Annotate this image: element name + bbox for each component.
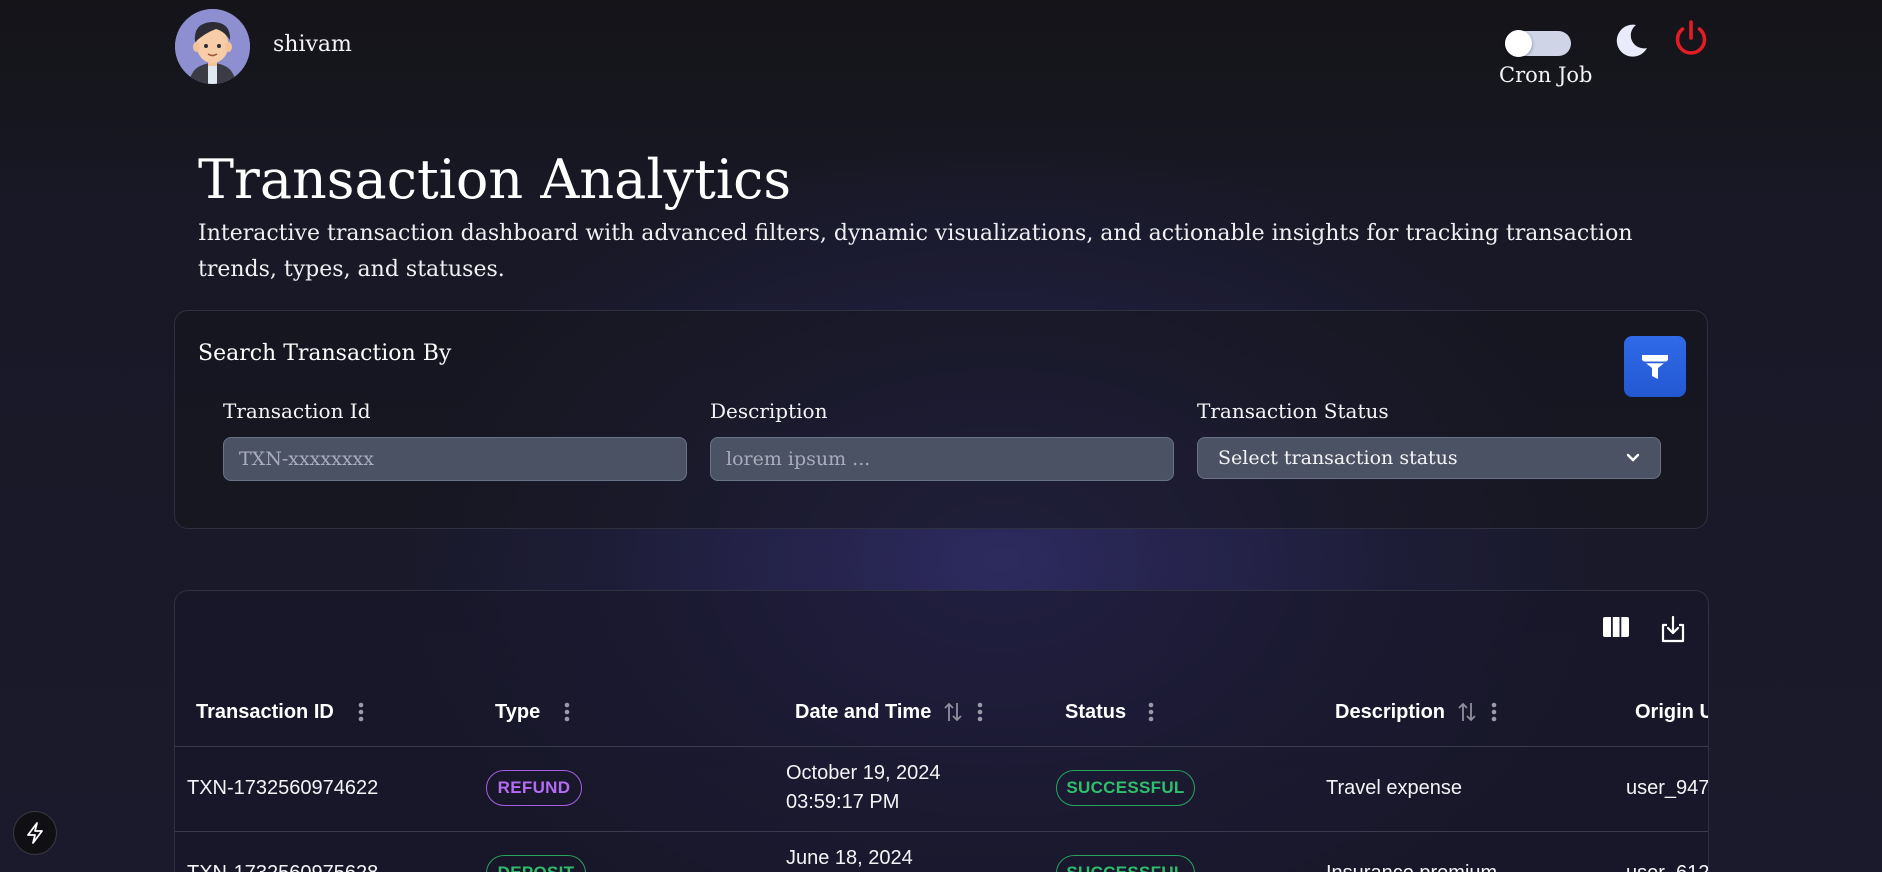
cell-date: June 18, 2024 bbox=[786, 847, 913, 869]
search-heading: Search Transaction By bbox=[198, 341, 452, 366]
cron-job-label: Cron Job bbox=[1499, 63, 1593, 87]
bolt-icon bbox=[27, 822, 43, 844]
column-menu-icon[interactable] bbox=[1491, 701, 1497, 723]
filter-icon bbox=[1642, 354, 1668, 379]
download-icon[interactable] bbox=[1658, 614, 1688, 648]
transaction-analytics-page: shivam Cron Job Transaction Analytics In… bbox=[0, 0, 1882, 872]
column-header-status[interactable]: Status bbox=[1065, 697, 1154, 727]
column-header-label: Type bbox=[495, 700, 541, 723]
type-badge: DEPOSIT bbox=[486, 855, 586, 872]
cell-date: October 19, 2024 bbox=[786, 762, 941, 784]
cell-transaction-id: TXN-1732560975628 bbox=[187, 859, 378, 872]
status-badge: SUCCESSFUL bbox=[1056, 855, 1195, 872]
column-header-origin[interactable]: Origin U bbox=[1635, 697, 1709, 727]
cell-origin: user_947 bbox=[1626, 777, 1709, 799]
power-icon[interactable] bbox=[1670, 18, 1712, 60]
status-badge: SUCCESSFUL bbox=[1056, 770, 1195, 806]
cell-transaction-id: TXN-1732560974622 bbox=[187, 777, 379, 799]
column-menu-icon[interactable] bbox=[1148, 701, 1154, 723]
cell-time: 03:59:17 PM bbox=[786, 791, 900, 813]
column-menu-icon[interactable] bbox=[977, 701, 983, 723]
column-header-label: Transaction ID bbox=[196, 700, 334, 723]
username: shivam bbox=[273, 32, 352, 57]
description-input[interactable] bbox=[710, 437, 1174, 481]
transaction-status-select[interactable]: Select transaction status bbox=[1197, 437, 1661, 479]
bolt-button[interactable] bbox=[13, 811, 57, 855]
transactions-table: Transaction ID Type Date and Time Status… bbox=[174, 590, 1709, 872]
row-divider bbox=[175, 831, 1708, 832]
column-header-date-time[interactable]: Date and Time bbox=[795, 697, 983, 727]
transaction-status-label: Transaction Status bbox=[1197, 399, 1389, 423]
description-label: Description bbox=[710, 399, 828, 423]
chevron-down-icon bbox=[1626, 453, 1640, 462]
top-header: shivam Cron Job bbox=[0, 0, 1882, 96]
transaction-id-input[interactable] bbox=[223, 437, 687, 481]
toggle-knob bbox=[1505, 30, 1532, 57]
filter-button[interactable] bbox=[1624, 336, 1686, 397]
transaction-id-label: Transaction Id bbox=[223, 399, 371, 423]
sort-icon[interactable] bbox=[943, 701, 963, 723]
cell-origin: user_612 bbox=[1626, 859, 1708, 872]
cell-description: Travel expense bbox=[1326, 777, 1462, 799]
column-header-type[interactable]: Type bbox=[495, 697, 570, 727]
columns-icon[interactable] bbox=[1602, 616, 1630, 642]
moon-icon[interactable] bbox=[1612, 22, 1650, 60]
column-header-transaction-id[interactable]: Transaction ID bbox=[196, 697, 364, 727]
page-title: Transaction Analytics bbox=[198, 148, 792, 211]
column-menu-icon[interactable] bbox=[358, 701, 364, 723]
user-avatar[interactable] bbox=[175, 9, 250, 84]
sort-icon[interactable] bbox=[1457, 701, 1477, 723]
search-panel: Search Transaction By Transaction Id Des… bbox=[174, 310, 1708, 529]
column-header-label: Origin U bbox=[1635, 700, 1709, 723]
column-header-label: Date and Time bbox=[795, 700, 932, 723]
column-header-label: Status bbox=[1065, 700, 1127, 723]
transaction-status-selected: Select transaction status bbox=[1218, 447, 1458, 469]
header-divider bbox=[175, 746, 1708, 747]
column-header-label: Description bbox=[1335, 700, 1446, 723]
column-header-description[interactable]: Description bbox=[1335, 697, 1497, 727]
cron-job-toggle[interactable] bbox=[1505, 30, 1571, 57]
avatar-illustration-icon bbox=[175, 9, 250, 84]
type-badge: REFUND bbox=[486, 770, 582, 806]
page-subtitle: Interactive transaction dashboard with a… bbox=[198, 221, 1633, 282]
column-menu-icon[interactable] bbox=[564, 701, 570, 723]
cell-description: Insurance premium bbox=[1326, 859, 1497, 872]
